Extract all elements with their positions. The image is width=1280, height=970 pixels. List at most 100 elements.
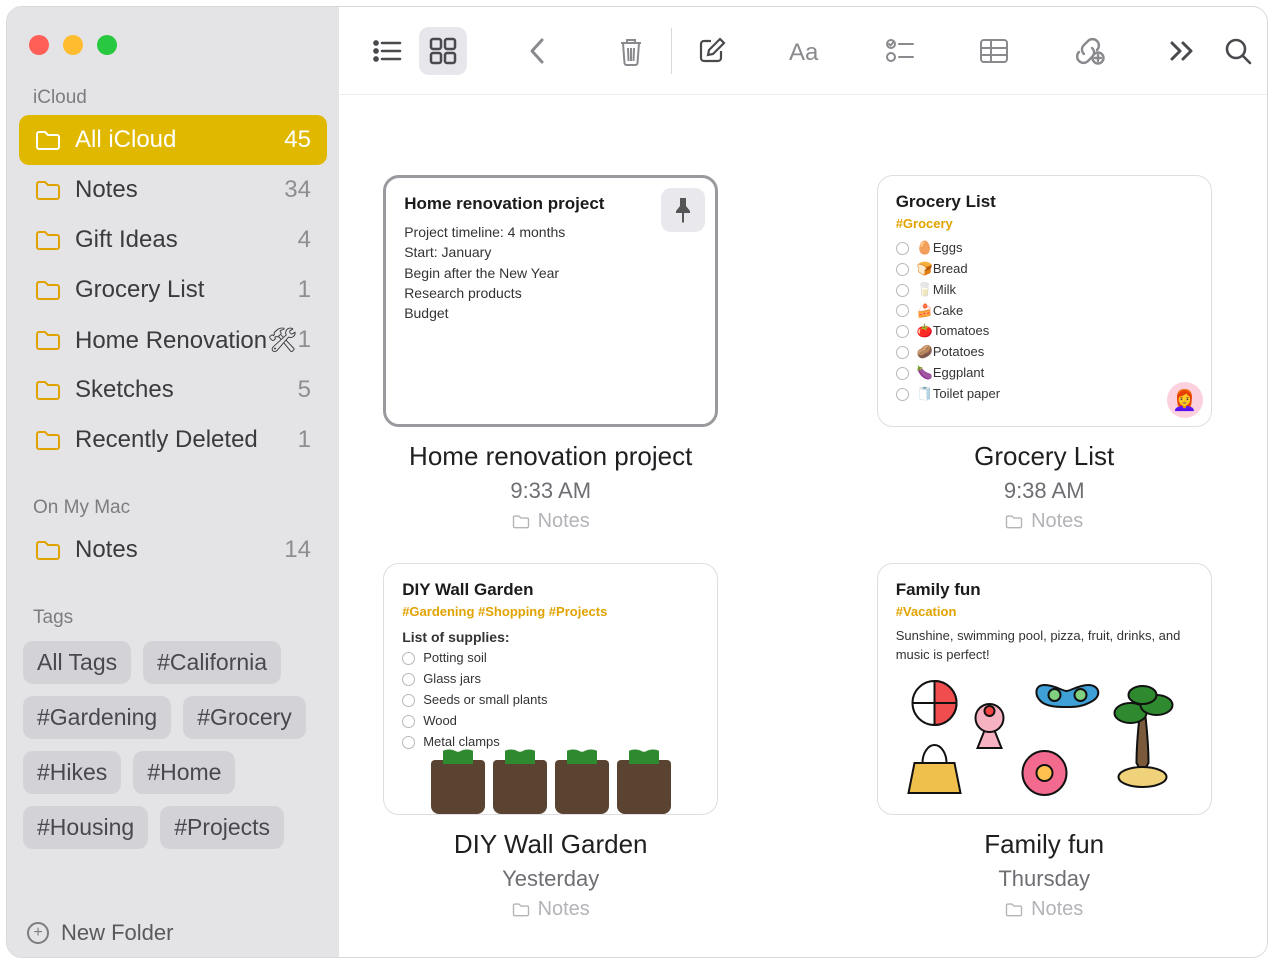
main-panel: Aa Home renovation projectProject [339,7,1268,957]
check-circle-icon [896,304,909,317]
sidebar-folder[interactable]: Home Renovation🛠1 [19,315,327,365]
folder-name: Recently Deleted [75,426,298,454]
note-meta-time: 9:38 AM [1004,478,1085,504]
check-circle-icon [896,284,909,297]
notes-window: iCloudAll iCloud45Notes34Gift Ideas4Groc… [6,6,1268,958]
checklist-item: 🥚Eggs [896,239,1193,258]
tag-pill[interactable]: #Hikes [23,751,121,794]
check-circle-icon [896,388,909,401]
minimize-window-button[interactable] [63,35,83,55]
tag-pill[interactable]: All Tags [23,641,131,684]
check-circle-icon [896,263,909,276]
table-icon [979,38,1009,64]
folder-count: 1 [298,426,311,454]
folder-count: 1 [298,276,311,304]
zoom-window-button[interactable] [97,35,117,55]
table-button[interactable] [970,27,1018,75]
folder-name: All iCloud [75,126,284,154]
check-circle-icon [402,652,415,665]
note-meta-folder: Notes [1005,510,1083,533]
search-icon [1224,37,1252,65]
toolbar: Aa [339,7,1268,95]
checklist-item: 🥔Potatoes [896,343,1193,362]
tag-pill[interactable]: #Gardening [23,696,171,739]
tag-pill[interactable]: #California [143,641,281,684]
sketch-plants [384,734,717,814]
folder-name: Notes [75,536,284,564]
card-tags: #Gardening #Shopping #Projects [402,604,699,619]
chevron-left-icon [528,37,546,65]
check-circle-icon [402,694,415,707]
folder-count: 4 [298,226,311,254]
sidebar: iCloudAll iCloud45Notes34Gift Ideas4Groc… [7,7,339,957]
back-button[interactable] [513,27,561,75]
note-meta-title: Home renovation project [409,441,692,472]
note-meta-time: Yesterday [502,866,599,892]
new-folder-button[interactable]: + New Folder [7,909,339,957]
pin-icon [673,197,693,223]
folder-name: Home Renovation🛠 [75,326,298,355]
card-title: DIY Wall Garden [402,580,699,600]
card-body: Project timeline: 4 monthsStart: January… [404,222,697,323]
check-circle-icon [402,715,415,728]
list-view-button[interactable] [363,27,411,75]
trash-icon [618,36,644,66]
checklist-item: Potting soil [402,649,699,668]
note-cell: Grocery List#Grocery🥚Eggs🍞Bread🥛Milk🍰Cak… [862,175,1226,533]
card-body: Sunshine, swimming pool, pizza, fruit, d… [896,627,1193,665]
tag-pill[interactable]: #Projects [160,806,284,849]
note-card[interactable]: Home renovation project Project timeline:… [383,175,718,427]
note-meta-time: Thursday [998,866,1090,892]
checklist-icon [885,38,915,64]
shared-avatar: 👩‍🦰 [1167,382,1203,418]
tags-section-label: Tags [7,575,339,635]
checklist-item: Seeds or small plants [402,691,699,710]
close-window-button[interactable] [29,35,49,55]
sidebar-folder[interactable]: Notes34 [19,165,327,215]
sidebar-folder[interactable]: Gift Ideas4 [19,215,327,265]
plus-circle-icon: + [27,922,49,944]
pin-button[interactable] [661,188,705,232]
svg-text:Aa: Aa [789,39,819,64]
section-label: iCloud [7,55,339,115]
note-meta-folder: Notes [512,898,590,921]
format-button[interactable]: Aa [782,27,830,75]
checklist-item: 🧻Toilet paper [896,385,1193,404]
compose-icon [697,36,727,66]
link-button[interactable] [1064,27,1112,75]
check-circle-icon [896,325,909,338]
text-format-icon: Aa [789,38,823,64]
list-icon [372,39,402,63]
note-card[interactable]: Grocery List#Grocery🥚Eggs🍞Bread🥛Milk🍰Cak… [877,175,1212,427]
sidebar-folder[interactable]: Notes14 [19,525,327,575]
card-title: Home renovation project [404,194,697,214]
tag-pill[interactable]: #Grocery [183,696,306,739]
search-button[interactable] [1214,27,1262,75]
more-button[interactable] [1158,27,1206,75]
section-label: On My Mac [7,465,339,525]
card-checklist: 🥚Eggs🍞Bread🥛Milk🍰Cake🍅Tomatoes🥔Potatoes🍆… [896,239,1193,404]
note-card[interactable]: Family fun#VacationSunshine, swimming po… [877,563,1212,815]
tag-pill[interactable]: #Housing [23,806,148,849]
grid-view-button[interactable] [419,27,467,75]
card-title: Family fun [896,580,1193,600]
checklist-button[interactable] [876,27,924,75]
note-meta-time: 9:33 AM [510,478,591,504]
sidebar-folder[interactable]: Recently Deleted1 [19,415,327,465]
folder-count: 34 [284,176,311,204]
tag-pill[interactable]: #Home [133,751,235,794]
sidebar-folder[interactable]: All iCloud45 [19,115,327,165]
check-circle-icon [896,346,909,359]
sidebar-folder[interactable]: Grocery List1 [19,265,327,315]
toolbar-separator [671,28,672,74]
note-cell: Family fun#VacationSunshine, swimming po… [862,563,1226,921]
sidebar-folder[interactable]: Sketches5 [19,365,327,415]
note-meta-title: Family fun [984,829,1104,860]
compose-button[interactable] [688,27,736,75]
delete-button[interactable] [607,27,655,75]
card-title: Grocery List [896,192,1193,212]
new-folder-label: New Folder [61,920,173,946]
note-card[interactable]: DIY Wall Garden #Gardening #Shopping #Pro… [383,563,718,815]
folder-name: Notes [75,176,284,204]
folder-name: Sketches [75,376,298,404]
